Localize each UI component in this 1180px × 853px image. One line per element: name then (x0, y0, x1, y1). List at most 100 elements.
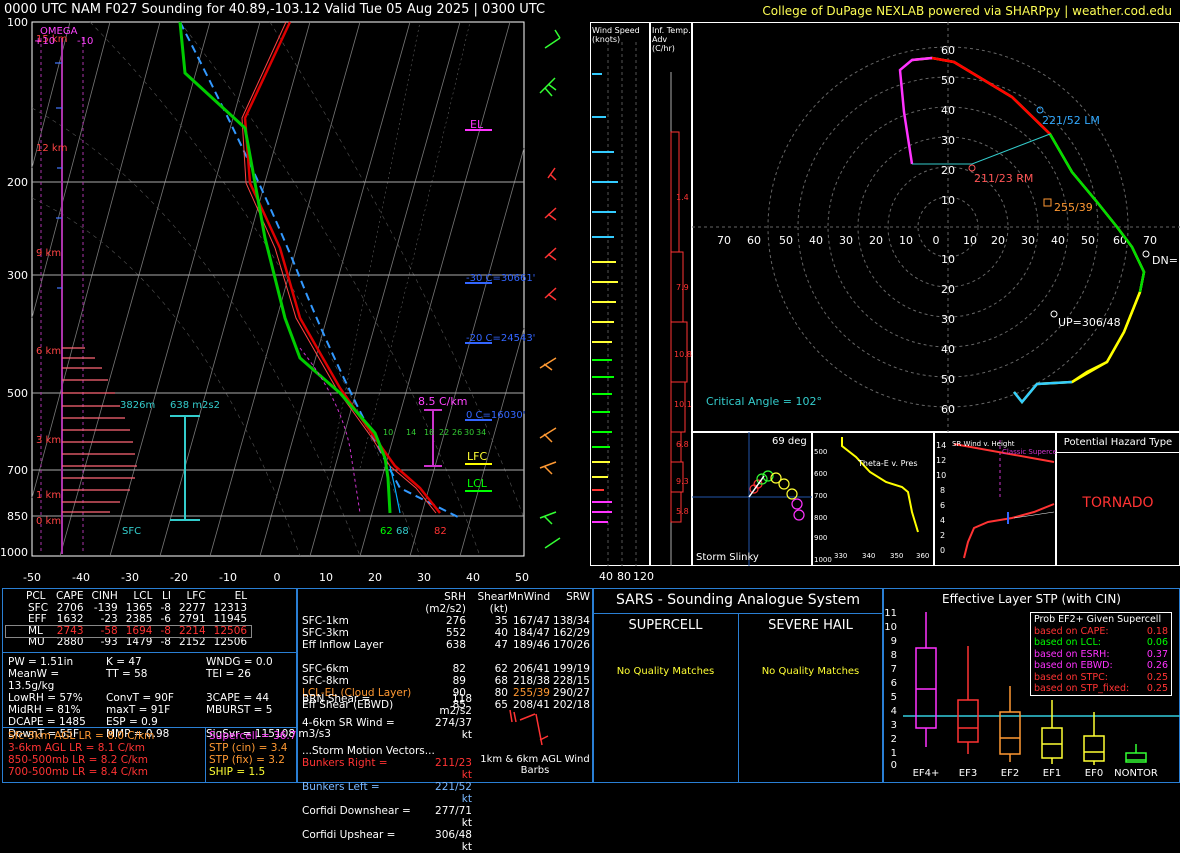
col-header: LI (161, 590, 171, 602)
col-header: PCL (26, 590, 46, 602)
ring-label: 30 (941, 134, 955, 147)
t-label: -20 (170, 571, 188, 584)
sars-supercell-matches: No Quality Matches (616, 666, 715, 677)
stp-tick: 0 (891, 760, 897, 771)
height-tick: 4 (940, 516, 945, 525)
t-label: 50 (515, 571, 529, 584)
box-ef2 (999, 686, 1021, 762)
stp-tick: 6 (891, 678, 897, 689)
t-label: 20 (368, 571, 382, 584)
height-label: 3 km (36, 435, 61, 446)
p-label: 700 (7, 464, 28, 477)
wind-speed-chart (592, 42, 637, 566)
adv-value: 9.3 (676, 477, 689, 486)
axis-label: 10 (963, 234, 977, 247)
p-label: 200 (7, 176, 28, 189)
pres-tick: 1000 (814, 556, 832, 564)
sars-title: SARS - Sounding Analogue System (616, 592, 860, 608)
rm-label: 211/23 RM (974, 172, 1033, 185)
stp-tick: 11 (884, 608, 897, 619)
axis-label: 70 (1143, 234, 1157, 247)
box-nontor (1125, 744, 1147, 763)
hazard-divider (1056, 452, 1180, 453)
sfc-temp: 82 (434, 526, 447, 537)
parcel-row[interactable]: EFF 1632 -23 2385 -6 2791 11945 (6, 613, 251, 626)
ring-label: 50 (941, 74, 955, 87)
sr-wind-chart: 14 12 10 8 6 4 2 0 SR Wind v. Height Cla… (936, 440, 1056, 559)
axis-label: 40 (1051, 234, 1065, 247)
mixratio-label: 22 (439, 428, 449, 437)
stp-tick: 7 (891, 664, 897, 675)
t-label: 10 (319, 571, 333, 584)
lapse-rate-label: 8.5 C/km (418, 395, 467, 408)
wind-barbs (539, 29, 561, 549)
t-label: -40 (72, 571, 90, 584)
parcel-row[interactable]: MU 2880 -93 1479 -8 2152 12506 (6, 636, 251, 649)
t-label: -30 (121, 571, 139, 584)
stp-tick: 8 (891, 650, 897, 661)
col-header: EL (234, 590, 248, 602)
wind-speed-tick: 40 (599, 570, 613, 583)
lapse-rates: Sfc-3km AGL LR = 8.0 C/km 3-6km AGL LR =… (8, 730, 155, 778)
axis-label: 30 (1021, 234, 1035, 247)
theta-tick: 350 (890, 552, 903, 560)
omega-right: -10 (77, 36, 93, 47)
mixratio-label: 26 (452, 428, 462, 437)
t-label: -50 (23, 571, 41, 584)
axis-label: 40 (809, 234, 823, 247)
box-ef4 (915, 612, 937, 747)
mean-marker (1043, 198, 1052, 207)
axis-label: 0 (933, 234, 940, 247)
kin-row: SFC-6km 82 62 206/41 199/19 (302, 663, 590, 675)
adv-value: 7.9 (676, 283, 689, 292)
p-label: 850 (7, 510, 28, 523)
pres-tick: 500 (814, 448, 827, 456)
sfc-label: SFC (122, 526, 141, 537)
axis-label: 30 (839, 234, 853, 247)
credit-line[interactable]: College of DuPage NEXLAB powered via SHA… (762, 4, 1172, 18)
skewt-chart: 100 200 300 500 700 850 1000 -50 -40 -30… (0, 18, 561, 584)
kin-row: SFC-1km 276 35 167/47 138/34 (302, 615, 590, 627)
col-header: CINH (91, 590, 118, 602)
slinky-label: Storm Slinky (696, 552, 759, 563)
kin-row: SFC-8km 89 68 218/38 228/15 (302, 675, 590, 687)
height-label: 0 km (36, 516, 61, 527)
hazard-title: Potential Hazard Type (1063, 437, 1173, 448)
theta-tick: 330 (834, 552, 847, 560)
eff-srh-label: 638 m2s2 (170, 400, 220, 411)
sounding-title: 0000 UTC NAM F027 Sounding for 40.89,-10… (4, 2, 546, 17)
adv-value: 6.8 (676, 440, 689, 449)
t-label: 40 (466, 571, 480, 584)
height-label: 1 km (36, 490, 61, 501)
axis-label: 50 (1081, 234, 1095, 247)
col-header: LCL (133, 590, 153, 602)
height-tick: 0 (940, 546, 945, 555)
ring-label: 40 (941, 343, 955, 356)
mixratio-label: 30 (464, 428, 474, 437)
height-tick: 12 (936, 456, 946, 465)
sars-hail-title: SEVERE HAIL (768, 618, 853, 633)
ring-label: 10 (941, 194, 955, 207)
ring-label: 20 (941, 283, 955, 296)
stp-tick: 1 (891, 748, 897, 759)
stp-prob-box: Prob EF2+ Given Supercell based on CAPE:… (1030, 612, 1172, 696)
temp-adv-chart: 1.4 7.9 10.8 10.1 6.8 9.3 5.8 (670, 72, 692, 566)
axis-label: 10 (899, 234, 913, 247)
height-tick: 6 (940, 501, 945, 510)
height-tick: 14 (936, 441, 946, 450)
axis-label: 60 (747, 234, 761, 247)
col-header: LFC (186, 590, 206, 602)
stp-category: EF2 (1001, 768, 1019, 779)
stp-tick: 5 (891, 692, 897, 703)
kin-row: SFC-3km 552 40 184/47 162/29 (302, 627, 590, 639)
rm-marker (968, 164, 976, 172)
hazard-type: TORNADO (1082, 495, 1154, 511)
dn-marker (1142, 250, 1150, 258)
mixratio-label: 18 (424, 428, 434, 437)
mixratio-label: 10 (383, 428, 393, 437)
theta-e-title: Theta-E v. Pres (857, 459, 918, 468)
axis-label: 20 (991, 234, 1005, 247)
up-label: UP=306/48 (1058, 316, 1121, 329)
mixratio-label: 14 (406, 428, 416, 437)
storm-motion-block: BRN Shear = 118 m2/s2 4-6km SR Wind = 274/… (302, 693, 472, 853)
